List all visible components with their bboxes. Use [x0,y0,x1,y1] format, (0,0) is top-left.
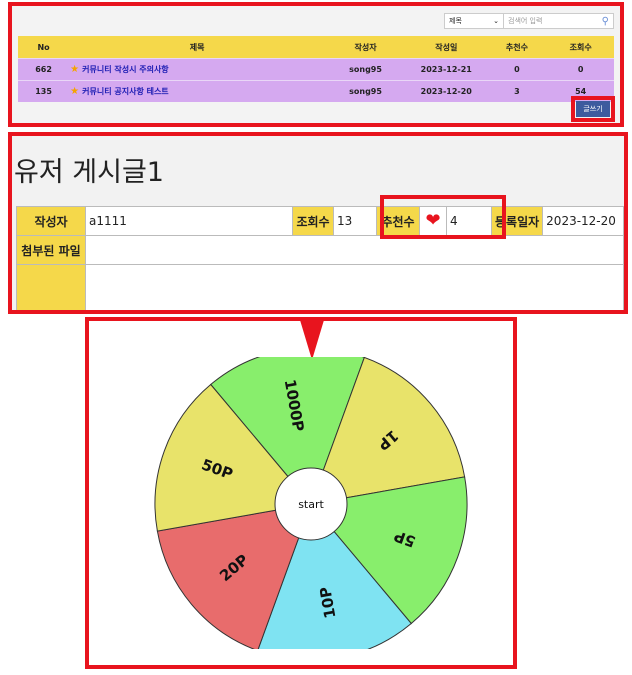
attach-value [85,235,624,265]
star-icon: ★ [70,86,80,97]
post-list-table: No 제목 작성자 작성일 추천수 조회수 662 ★ 커뮤니티 작성시 주의사항… [18,36,614,102]
col-no: No [18,36,70,59]
post-info-table: 작성자 a1111 조회수 13 추천수 ❤ 4 등록일자 2023-12-20… [16,206,624,310]
row-author: song95 [325,80,406,102]
roulette-wheel[interactable]: 1000P1P5P10P20P50P start [152,357,470,649]
star-icon: ★ [70,64,80,75]
views-label: 조회수 [292,206,334,236]
chevron-down-icon: ⌄ [493,17,499,25]
col-recommend: 추천수 [486,36,548,59]
recommend-highlight [380,195,506,239]
search-placeholder: 검색어 입력 [508,17,543,25]
table-row[interactable]: 135 ★ 커뮤니티 공지사항 테스트 song95 2023-12-20 3 5… [18,80,614,102]
row-views: 0 [547,58,614,81]
search-type-select[interactable]: 제목 ⌄ [444,13,504,29]
row-no: 662 [18,58,70,81]
views-value: 13 [333,206,377,236]
post-detail-panel: 유저 게시글1 작성자 a1111 조회수 13 추천수 ❤ 4 등록일자 20… [8,132,628,314]
table-header-row: No 제목 작성자 작성일 추천수 조회수 [18,36,614,59]
search-bar: 제목 ⌄ 검색어 입력 ⚲ [444,12,614,30]
post-content [85,264,624,310]
wheel-pointer [300,320,324,360]
search-input[interactable]: 검색어 입력 ⚲ [504,13,614,29]
author-value: a1111 [85,206,293,236]
search-type-value: 제목 [449,17,462,25]
page-title: 유저 게시글1 [14,157,164,188]
row-no: 135 [18,80,70,102]
row-date: 2023-12-20 [405,80,487,102]
board-panel: 제목 ⌄ 검색어 입력 ⚲ No 제목 작성자 작성일 추천수 조회수 662 … [8,2,624,127]
col-author: 작성자 [325,36,406,59]
write-button[interactable]: 글쓰기 [576,101,610,117]
row-title-cell[interactable]: ★ 커뮤니티 작성시 주의사항 [69,58,326,81]
start-button[interactable]: start [298,498,324,511]
date-value: 2023-12-20 [542,206,624,236]
row-date: 2023-12-21 [405,58,487,81]
row-title[interactable]: 커뮤니티 공지사항 테스트 [82,87,169,96]
row-title-cell[interactable]: ★ 커뮤니티 공지사항 테스트 [69,80,326,102]
col-views: 조회수 [547,36,614,59]
content-label [16,264,86,310]
col-date: 작성일 [405,36,487,59]
table-row[interactable]: 662 ★ 커뮤니티 작성시 주의사항 song95 2023-12-21 0 0 [18,58,614,81]
col-title: 제목 [69,36,326,59]
search-icon[interactable]: ⚲ [602,16,609,27]
attach-label: 첨부된 파일 [16,235,86,265]
row-author: song95 [325,58,406,81]
row-title[interactable]: 커뮤니티 작성시 주의사항 [82,65,169,74]
write-button-highlight: 글쓰기 [571,96,615,122]
row-recommend: 0 [486,58,548,81]
author-label: 작성자 [16,206,86,236]
row-recommend: 3 [486,80,548,102]
